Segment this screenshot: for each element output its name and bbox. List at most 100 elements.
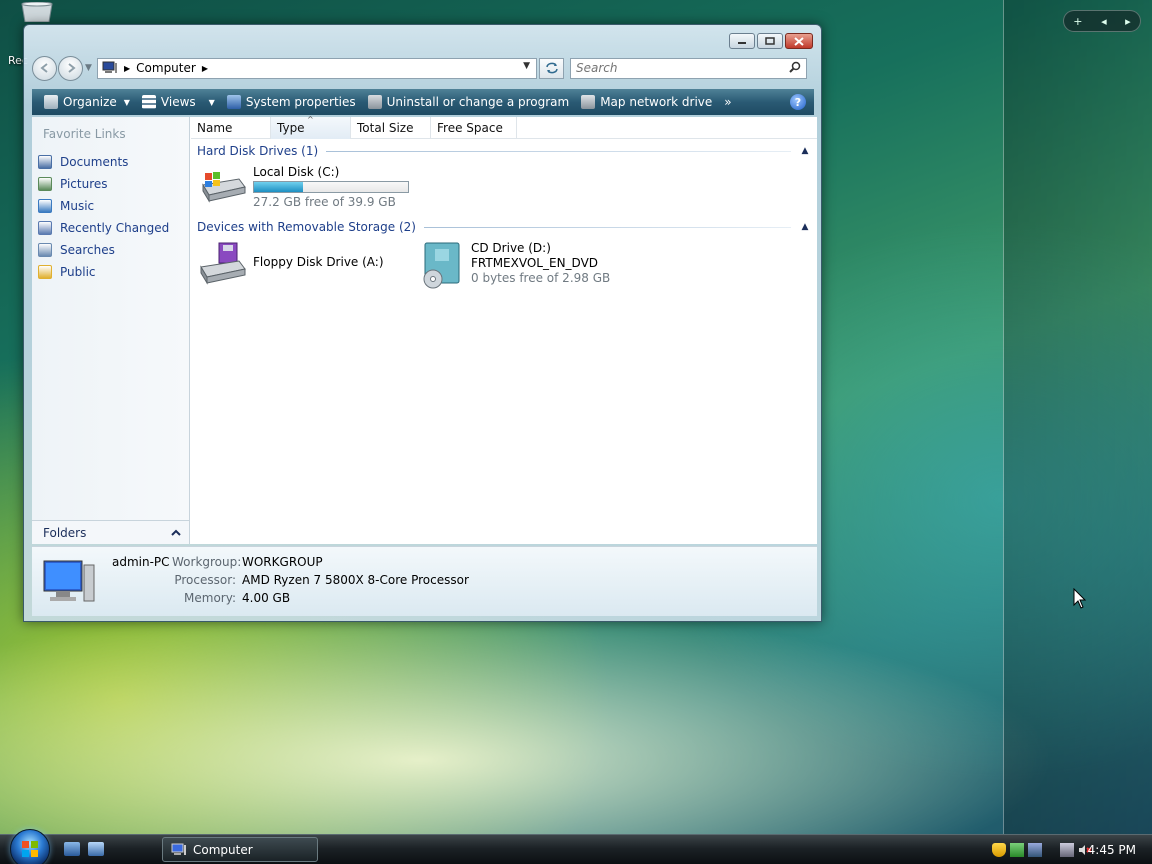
favorite-links-list: Documents Pictures Music Recently Changed Se… xyxy=(38,151,169,283)
mouse-cursor-icon xyxy=(1073,587,1087,613)
column-free-space[interactable]: Free Space xyxy=(431,117,517,139)
programs-icon xyxy=(367,95,382,109)
address-dropdown-icon[interactable]: ▼ xyxy=(523,61,530,71)
minimize-button[interactable] xyxy=(729,33,755,49)
folders-toggle[interactable]: Folders xyxy=(32,520,189,544)
drive-local-disk-c[interactable]: Local Disk (C:) 27.2 GB free of 39.9 GB xyxy=(199,165,409,210)
navigation-pane: Favorite Links Documents Pictures Music Rec… xyxy=(32,117,190,544)
column-total-size[interactable]: Total Size xyxy=(351,117,431,139)
search-icon[interactable] xyxy=(789,61,801,76)
back-button[interactable] xyxy=(32,55,57,81)
gadget-controls: + ◂ ▸ xyxy=(1063,10,1141,32)
recently-changed-folder-icon xyxy=(38,221,52,235)
forward-button[interactable] xyxy=(58,55,83,81)
memory-row: Memory: 4.00 GB xyxy=(184,591,291,605)
drive-floppy-a[interactable]: Floppy Disk Drive (A:) xyxy=(199,241,384,285)
drive-usage-bar xyxy=(253,181,409,193)
switch-windows-icon[interactable] xyxy=(88,842,104,856)
workgroup-row: Workgroup: WORKGROUP xyxy=(172,555,323,569)
favorite-link-public[interactable]: Public xyxy=(38,261,169,283)
taskbar-button-computer[interactable]: Computer xyxy=(162,837,318,862)
network-status-icon[interactable] xyxy=(1028,843,1042,857)
forward-arrow-icon xyxy=(67,63,76,73)
group-title: Hard Disk Drives (1) xyxy=(197,144,319,158)
favorite-link-pictures[interactable]: Pictures xyxy=(38,173,169,195)
views-button[interactable]: Views ▼ xyxy=(136,89,221,115)
chevron-down-icon: ▼ xyxy=(208,97,215,107)
breadcrumb-separator-icon[interactable]: ▶ xyxy=(124,64,130,73)
maximize-button[interactable] xyxy=(757,33,783,49)
file-list-view: Name Type ^ Total Size Free Space Hard D… xyxy=(191,115,817,544)
maximize-icon xyxy=(765,37,775,45)
network-drive-icon xyxy=(581,95,596,109)
recycle-bin-icon[interactable] xyxy=(18,1,56,23)
next-gadget-button[interactable]: ▸ xyxy=(1125,15,1131,28)
group-hard-disk-drives[interactable]: Hard Disk Drives (1) ▲ xyxy=(197,143,811,159)
windows-update-icon[interactable] xyxy=(1010,843,1024,857)
computer-icon xyxy=(102,61,117,73)
navigation-row: ▼ ▶ Computer ▶ ▼ xyxy=(32,55,814,81)
computer-icon xyxy=(171,843,186,855)
command-toolbar: Organize ▼ Views ▼ System properties Uni… xyxy=(32,89,814,115)
drive-cd-d[interactable]: CD Drive (D:) FRTMEXVOL_EN_DVD 0 bytes f… xyxy=(421,241,610,289)
taskbar: Computer 4:45 PM xyxy=(0,829,1152,864)
security-shield-icon[interactable] xyxy=(992,843,1006,857)
help-icon[interactable]: ? xyxy=(790,94,806,110)
drive-volume-label: FRTMEXVOL_EN_DVD xyxy=(471,256,599,270)
uninstall-program-button[interactable]: Uninstall or change a program xyxy=(362,89,576,115)
organize-icon xyxy=(44,95,58,109)
details-pane: admin-PC Workgroup: WORKGROUP Processor:… xyxy=(32,546,817,616)
address-bar[interactable]: ▶ Computer ▶ ▼ xyxy=(97,57,537,79)
gadget-sidebar xyxy=(1003,0,1152,834)
floppy-drive-icon xyxy=(200,242,246,285)
add-gadget-button[interactable]: + xyxy=(1073,15,1082,28)
show-desktop-icon[interactable] xyxy=(64,842,80,856)
minimize-icon xyxy=(738,42,746,44)
computer-name: admin-PC xyxy=(112,555,170,569)
group-removable-storage[interactable]: Devices with Removable Storage (2) ▲ xyxy=(197,219,811,235)
close-button[interactable] xyxy=(785,33,813,49)
start-button[interactable] xyxy=(10,829,50,864)
more-commands-button[interactable]: » xyxy=(718,89,737,115)
group-title: Devices with Removable Storage (2) xyxy=(197,220,416,234)
computer-icon xyxy=(43,560,95,602)
drive-free-space: 27.2 GB free of 39.9 GB xyxy=(253,195,396,209)
explorer-body: Favorite Links Documents Pictures Music Rec… xyxy=(32,115,817,544)
drive-free-space: 0 bytes free of 2.98 GB xyxy=(471,271,611,285)
search-input[interactable] xyxy=(576,61,776,75)
pictures-folder-icon xyxy=(38,177,52,191)
favorite-links-title: Favorite Links xyxy=(43,127,126,141)
chevron-up-icon[interactable]: ▲ xyxy=(799,146,811,156)
breadcrumb-separator-icon[interactable]: ▶ xyxy=(202,64,208,73)
system-clock[interactable]: 4:45 PM xyxy=(1088,843,1136,857)
system-properties-button[interactable]: System properties xyxy=(221,89,362,115)
chevron-up-icon[interactable]: ▲ xyxy=(799,222,811,232)
views-icon xyxy=(141,95,156,109)
prev-gadget-button[interactable]: ◂ xyxy=(1101,15,1107,28)
favorite-link-recently-changed[interactable]: Recently Changed xyxy=(38,217,169,239)
refresh-button[interactable] xyxy=(539,57,564,79)
column-name[interactable]: Name xyxy=(191,117,271,139)
organize-button[interactable]: Organize ▼ xyxy=(38,89,136,115)
drive-name: Local Disk (C:) xyxy=(253,165,340,179)
searches-folder-icon xyxy=(38,243,52,257)
chevron-up-icon xyxy=(171,526,181,540)
breadcrumb-computer[interactable]: Computer xyxy=(136,61,196,75)
favorite-link-music[interactable]: Music xyxy=(38,195,169,217)
hard-drive-icon xyxy=(202,172,246,203)
column-type[interactable]: Type ^ xyxy=(271,115,351,139)
explorer-window: ▼ ▶ Computer ▶ ▼ O xyxy=(23,24,822,622)
cd-drive-icon xyxy=(423,242,460,289)
public-folder-icon xyxy=(38,265,52,279)
map-network-drive-button[interactable]: Map network drive xyxy=(575,89,718,115)
search-box[interactable] xyxy=(570,57,807,79)
recent-pages-dropdown[interactable]: ▼ xyxy=(85,63,95,73)
favorite-link-documents[interactable]: Documents xyxy=(38,151,169,173)
system-properties-icon xyxy=(226,95,241,109)
column-headers: Name Type ^ Total Size Free Space xyxy=(191,115,817,139)
processor-row: Processor: AMD Ryzen 7 5800X 8-Core Proc… xyxy=(174,573,469,587)
music-folder-icon xyxy=(38,199,52,213)
favorite-link-searches[interactable]: Searches xyxy=(38,239,169,261)
network-icon[interactable] xyxy=(1060,843,1074,857)
drive-name: CD Drive (D:) xyxy=(471,241,551,255)
